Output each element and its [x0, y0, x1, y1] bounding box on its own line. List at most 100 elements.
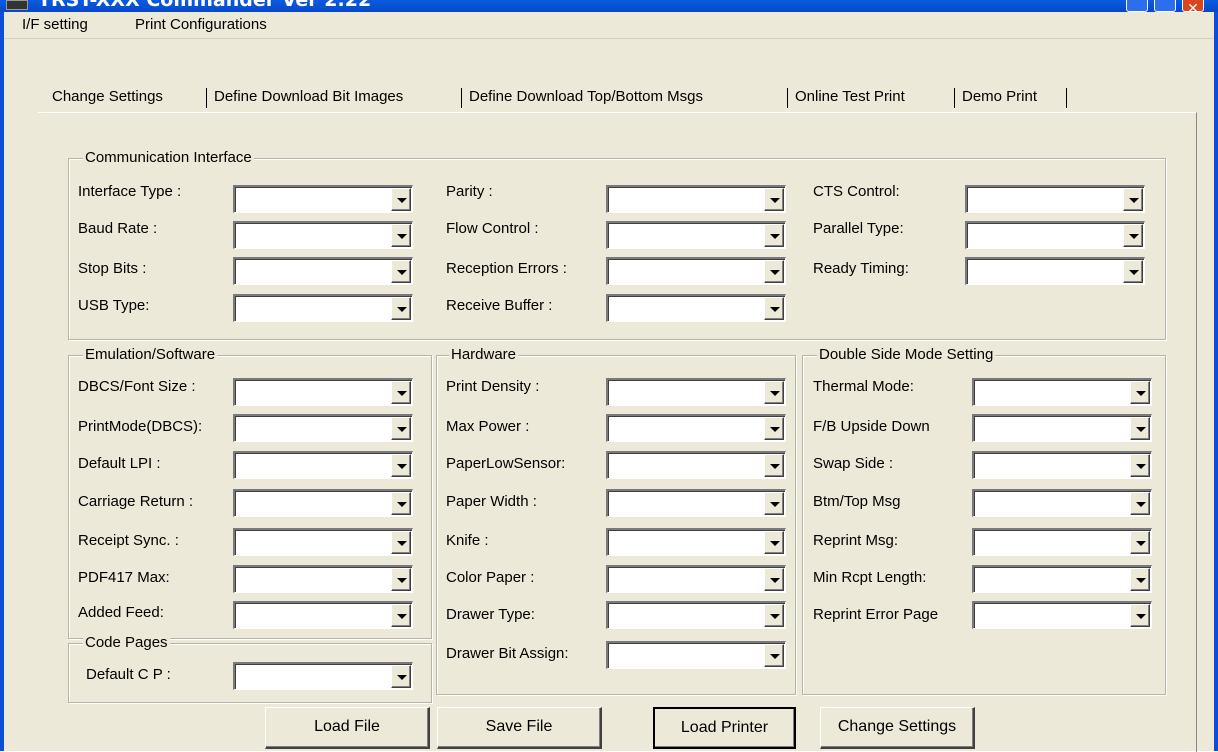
- default-lpi-combo[interactable]: [233, 451, 413, 479]
- chevron-down-icon[interactable]: [391, 381, 411, 404]
- paper-low-sensor-combo[interactable]: [606, 451, 786, 479]
- chevron-down-icon[interactable]: [764, 644, 784, 667]
- chevron-down-icon[interactable]: [1130, 492, 1150, 515]
- paper-width-combo[interactable]: [606, 489, 786, 517]
- chevron-down-icon[interactable]: [764, 417, 784, 440]
- receipt-sync-combo[interactable]: [233, 528, 413, 556]
- receive-buffer-combo[interactable]: [606, 294, 786, 322]
- tab-online-test-print[interactable]: Online Test Print: [791, 84, 909, 110]
- chevron-down-icon[interactable]: [764, 188, 784, 211]
- tab-change-settings[interactable]: Change Settings: [48, 84, 167, 110]
- color-paper-combo[interactable]: [606, 565, 786, 593]
- flow-control-combo[interactable]: [606, 221, 786, 249]
- chevron-down-icon[interactable]: [1130, 381, 1150, 404]
- min-rcpt-length-combo[interactable]: [972, 565, 1152, 593]
- save-file-button[interactable]: Save File: [437, 707, 602, 749]
- chevron-down-icon[interactable]: [764, 297, 784, 320]
- title-bar: TRST-XXX Commander Ver 2.22 ✕: [0, 0, 1218, 12]
- group-title: Double Side Mode Setting: [817, 346, 996, 364]
- group-title: Emulation/Software: [83, 346, 218, 364]
- chevron-down-icon[interactable]: [1130, 417, 1150, 440]
- chevron-down-icon[interactable]: [764, 568, 784, 591]
- reception-errors-combo[interactable]: [606, 257, 786, 285]
- chevron-down-icon[interactable]: [764, 492, 784, 515]
- carriage-return-combo[interactable]: [233, 489, 413, 517]
- close-button[interactable]: ✕: [1182, 0, 1204, 12]
- minimize-button[interactable]: [1126, 0, 1148, 12]
- cts-control-combo[interactable]: [965, 185, 1145, 213]
- drawer-type-combo[interactable]: [606, 601, 786, 629]
- change-settings-button[interactable]: Change Settings: [820, 707, 975, 749]
- tab-separator: [954, 88, 955, 108]
- parity-combo[interactable]: [606, 185, 786, 213]
- chevron-down-icon[interactable]: [391, 188, 411, 211]
- load-file-button[interactable]: Load File: [265, 707, 430, 749]
- tab-define-download-bit-images[interactable]: Define Download Bit Images: [210, 84, 407, 110]
- label-stop-bits: Stop Bits :: [78, 260, 147, 277]
- print-density-combo[interactable]: [606, 378, 786, 406]
- printmode-dbcs-combo[interactable]: [233, 414, 413, 442]
- label-interface-type: Interface Type :: [78, 183, 182, 200]
- max-power-combo[interactable]: [606, 414, 786, 442]
- label-dbcs-font-size: DBCS/Font Size :: [78, 378, 196, 395]
- maximize-button[interactable]: [1154, 0, 1176, 12]
- label-default-lpi: Default LPI :: [78, 455, 161, 472]
- interface-type-combo[interactable]: [233, 185, 413, 213]
- double-side-mode-group: Double Side Mode Setting: [802, 346, 1166, 695]
- label-printmode-dbcs: PrintMode(DBCS):: [78, 418, 203, 435]
- chevron-down-icon[interactable]: [764, 604, 784, 627]
- dbcs-font-size-combo[interactable]: [233, 378, 413, 406]
- stop-bits-combo[interactable]: [233, 257, 413, 285]
- pdf417-max-combo[interactable]: [233, 565, 413, 593]
- chevron-down-icon[interactable]: [391, 531, 411, 554]
- label-drawer-bit-assign: Drawer Bit Assign:: [446, 645, 569, 662]
- chevron-down-icon[interactable]: [1130, 604, 1150, 627]
- chevron-down-icon[interactable]: [1123, 224, 1143, 247]
- menu-print-configurations[interactable]: Print Configurations: [135, 16, 267, 33]
- label-min-rcpt-length: Min Rcpt Length:: [813, 569, 927, 586]
- label-paper-low-sensor: PaperLowSensor:: [446, 455, 566, 472]
- reprint-msg-combo[interactable]: [972, 528, 1152, 556]
- chevron-down-icon[interactable]: [391, 260, 411, 283]
- chevron-down-icon[interactable]: [764, 531, 784, 554]
- chevron-down-icon[interactable]: [1130, 568, 1150, 591]
- chevron-down-icon[interactable]: [764, 260, 784, 283]
- chevron-down-icon[interactable]: [391, 604, 411, 627]
- label-reprint-msg: Reprint Msg:: [813, 532, 899, 549]
- chevron-down-icon[interactable]: [391, 417, 411, 440]
- added-feed-combo[interactable]: [233, 601, 413, 629]
- btm-top-msg-combo[interactable]: [972, 489, 1152, 517]
- knife-combo[interactable]: [606, 528, 786, 556]
- default-cp-combo[interactable]: [233, 662, 413, 690]
- chevron-down-icon[interactable]: [764, 381, 784, 404]
- thermal-mode-combo[interactable]: [972, 378, 1152, 406]
- chevron-down-icon[interactable]: [1130, 454, 1150, 477]
- chevron-down-icon[interactable]: [391, 224, 411, 247]
- chevron-down-icon[interactable]: [391, 665, 411, 688]
- swap-side-combo[interactable]: [972, 451, 1152, 479]
- chevron-down-icon[interactable]: [391, 568, 411, 591]
- chevron-down-icon[interactable]: [391, 454, 411, 477]
- tab-demo-print[interactable]: Demo Print: [958, 84, 1041, 110]
- baud-rate-combo[interactable]: [233, 221, 413, 249]
- label-added-feed: Added Feed:: [78, 604, 164, 621]
- label-carriage-return: Carriage Return :: [78, 493, 194, 510]
- tab-define-download-top-bottom-msgs[interactable]: Define Download Top/Bottom Msgs: [465, 84, 707, 110]
- chevron-down-icon[interactable]: [1130, 531, 1150, 554]
- chevron-down-icon[interactable]: [1123, 188, 1143, 211]
- drawer-bit-assign-combo[interactable]: [606, 641, 786, 669]
- label-pdf417-max: PDF417 Max:: [78, 569, 170, 586]
- chevron-down-icon[interactable]: [764, 224, 784, 247]
- fb-upside-down-combo[interactable]: [972, 414, 1152, 442]
- load-printer-button[interactable]: Load Printer: [653, 707, 796, 749]
- chevron-down-icon[interactable]: [1123, 260, 1143, 283]
- chevron-down-icon[interactable]: [764, 454, 784, 477]
- ready-timing-combo[interactable]: [965, 257, 1145, 285]
- reprint-error-page-combo[interactable]: [972, 601, 1152, 629]
- label-paper-width: Paper Width :: [446, 493, 537, 510]
- parallel-type-combo[interactable]: [965, 221, 1145, 249]
- usb-type-combo[interactable]: [233, 294, 413, 322]
- chevron-down-icon[interactable]: [391, 492, 411, 515]
- chevron-down-icon[interactable]: [391, 297, 411, 320]
- menu-if-setting[interactable]: I/F setting: [22, 16, 88, 33]
